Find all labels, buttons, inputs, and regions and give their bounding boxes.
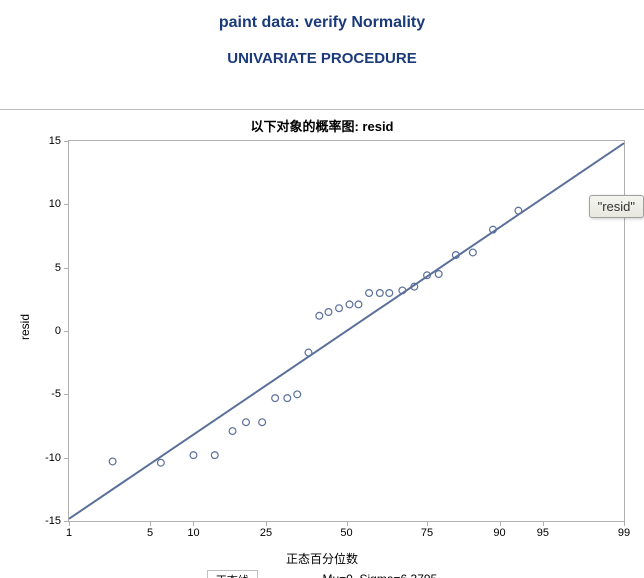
data-point bbox=[355, 301, 362, 308]
data-point bbox=[211, 452, 218, 459]
data-point bbox=[305, 349, 312, 356]
plot-area: 以下对象的概率图: resid resid -15-10-50510151510… bbox=[0, 109, 644, 578]
y-tick-mark bbox=[64, 458, 69, 459]
data-point bbox=[243, 419, 250, 426]
y-tick-mark bbox=[64, 331, 69, 332]
x-tick-mark bbox=[427, 521, 428, 526]
data-point bbox=[109, 458, 116, 465]
data-point bbox=[190, 452, 197, 459]
x-tick-mark bbox=[624, 521, 625, 526]
y-tick-label: 5 bbox=[31, 262, 61, 274]
x-tick-label: 90 bbox=[485, 527, 515, 539]
data-point bbox=[376, 290, 383, 297]
y-tick-label: 15 bbox=[31, 135, 61, 147]
x-tick-mark bbox=[69, 521, 70, 526]
x-tick-label: 99 bbox=[609, 527, 639, 539]
y-tick-mark bbox=[64, 268, 69, 269]
plot-title: 以下对象的概率图: resid bbox=[0, 116, 644, 135]
legend: 正态线 Mu=0, Sigma=6.3795 bbox=[0, 570, 644, 578]
x-tick-label: 75 bbox=[412, 527, 442, 539]
plot-svg bbox=[69, 141, 624, 521]
y-tick-mark bbox=[64, 141, 69, 142]
page-subtitle: UNIVARIATE PROCEDURE bbox=[0, 50, 644, 67]
x-tick-mark bbox=[347, 521, 348, 526]
y-tick-mark bbox=[64, 394, 69, 395]
y-tick-label: -10 bbox=[31, 452, 61, 464]
data-point bbox=[386, 290, 393, 297]
data-point bbox=[325, 309, 332, 316]
y-axis-label: resid bbox=[18, 314, 32, 340]
data-point bbox=[366, 290, 373, 297]
y-tick-label: 10 bbox=[31, 198, 61, 210]
x-tick-mark bbox=[266, 521, 267, 526]
chart-frame: -15-10-50510151510255075909599 bbox=[68, 140, 625, 522]
x-tick-label: 1 bbox=[54, 527, 84, 539]
y-tick-label: -5 bbox=[31, 388, 61, 400]
data-point bbox=[336, 305, 343, 312]
data-points bbox=[109, 207, 522, 466]
data-point bbox=[294, 391, 301, 398]
x-tick-label: 95 bbox=[528, 527, 558, 539]
x-axis-label: 正态百分位数 bbox=[0, 550, 644, 567]
x-tick-mark bbox=[543, 521, 544, 526]
y-tick-label: -15 bbox=[31, 515, 61, 527]
data-point bbox=[284, 395, 291, 402]
data-point bbox=[435, 271, 442, 278]
data-point bbox=[316, 312, 323, 319]
data-point bbox=[272, 395, 279, 402]
tooltip: "resid" bbox=[589, 195, 644, 218]
x-tick-mark bbox=[150, 521, 151, 526]
data-point bbox=[346, 301, 353, 308]
normal-reference-line bbox=[69, 143, 624, 519]
legend-title: 正态线 bbox=[207, 570, 258, 578]
data-point bbox=[469, 249, 476, 256]
data-point bbox=[515, 207, 522, 214]
x-tick-label: 10 bbox=[178, 527, 208, 539]
y-tick-label: 0 bbox=[31, 325, 61, 337]
data-point bbox=[229, 428, 236, 435]
data-point bbox=[259, 419, 266, 426]
x-tick-mark bbox=[193, 521, 194, 526]
data-point bbox=[157, 459, 164, 466]
legend-stats: Mu=0, Sigma=6.3795 bbox=[322, 572, 437, 578]
x-tick-label: 5 bbox=[135, 527, 165, 539]
x-tick-mark bbox=[500, 521, 501, 526]
x-tick-label: 25 bbox=[251, 527, 281, 539]
x-tick-label: 50 bbox=[332, 527, 362, 539]
page-title: paint data: verify Normality bbox=[0, 14, 644, 32]
y-tick-mark bbox=[64, 204, 69, 205]
